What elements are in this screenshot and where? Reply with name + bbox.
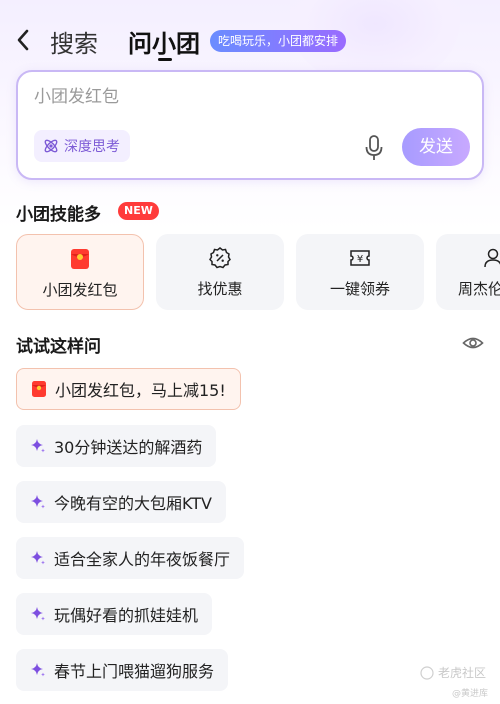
- tiger-logo-icon: [420, 665, 434, 680]
- chevron-left-icon: [17, 29, 29, 51]
- suggestion-item[interactable]: 适合全家人的年夜饭餐厅: [16, 537, 245, 579]
- back-button[interactable]: [12, 26, 34, 54]
- suggestion-text: 30分钟送达的解酒药: [54, 438, 203, 457]
- send-button[interactable]: 发送: [402, 128, 470, 166]
- new-badge: NEW: [118, 202, 159, 220]
- sparkle-icon: [31, 439, 45, 453]
- suggestion-text: 今晚有空的大包厢KTV: [54, 494, 212, 513]
- suggestion-item[interactable]: 玩偶好看的抓娃娃机: [16, 593, 213, 635]
- skill-card-red-packet[interactable]: 小团发红包: [16, 234, 144, 310]
- skill-card-jay-chou[interactable]: 周杰伦: [436, 234, 500, 310]
- suggestion-item[interactable]: 春节上门喂猫遛狗服务: [16, 649, 229, 691]
- discount-icon: [209, 247, 231, 269]
- watermark: 老虎社区: [420, 664, 486, 681]
- suggestion-red-packet[interactable]: 小团发红包，马上减15!: [16, 368, 241, 410]
- deep-think-label: 深度思考: [64, 139, 120, 155]
- deep-think-button[interactable]: 深度思考: [34, 130, 130, 162]
- suggestion-text: 玩偶好看的抓娃娃机: [54, 606, 199, 625]
- suggestion-text: 小团发红包，马上减15!: [55, 381, 226, 400]
- slogan-badge: 吃喝玩乐，小团都安排: [210, 30, 347, 52]
- suggestion-text: 春节上门喂猫遛狗服务: [54, 662, 215, 681]
- suggestion-text: 适合全家人的年夜饭餐厅: [54, 550, 231, 569]
- sparkle-icon: [31, 551, 45, 565]
- sparkle-icon: [31, 663, 45, 677]
- person-icon: [484, 248, 500, 268]
- skill-card-coupons[interactable]: ¥ 一键领券: [296, 234, 424, 310]
- try-asking-title: 试试这样问: [16, 337, 101, 357]
- chat-input-placeholder[interactable]: 小团发红包: [34, 82, 119, 107]
- red-packet-icon: [71, 249, 89, 269]
- header: 搜索 问小团 吃喝玩乐，小团都安排: [0, 18, 500, 64]
- tab-ask-xiaotuan[interactable]: 问小团: [128, 24, 200, 59]
- sparkle-icon: [31, 495, 45, 509]
- suggestion-item[interactable]: 今晚有空的大包厢KTV: [16, 481, 226, 523]
- red-packet-icon: [32, 381, 46, 397]
- eye-icon[interactable]: [462, 334, 484, 352]
- chat-input-card[interactable]: 小团发红包 深度思考 发送: [16, 70, 484, 180]
- skill-label: 一键领券: [329, 280, 390, 298]
- atom-icon: [44, 139, 58, 153]
- tab-search[interactable]: 搜索: [50, 24, 98, 59]
- skill-label: 周杰伦: [458, 280, 500, 298]
- suggestion-item[interactable]: 30分钟送达的解酒药: [16, 425, 217, 467]
- skill-card-find-deals[interactable]: 找优惠: [156, 234, 284, 310]
- skill-label: 找优惠: [197, 280, 243, 298]
- skills-section-title: 小团技能多: [16, 205, 101, 225]
- skill-label: 小团发红包: [42, 281, 118, 299]
- coupon-icon: ¥: [350, 250, 370, 266]
- microphone-icon[interactable]: [363, 134, 385, 162]
- svg-text:¥: ¥: [357, 254, 363, 265]
- sparkle-icon: [31, 607, 45, 621]
- watermark-text: 老虎社区: [438, 666, 487, 680]
- watermark-sub: @黄进库: [452, 689, 489, 699]
- active-tab-indicator: [158, 58, 172, 61]
